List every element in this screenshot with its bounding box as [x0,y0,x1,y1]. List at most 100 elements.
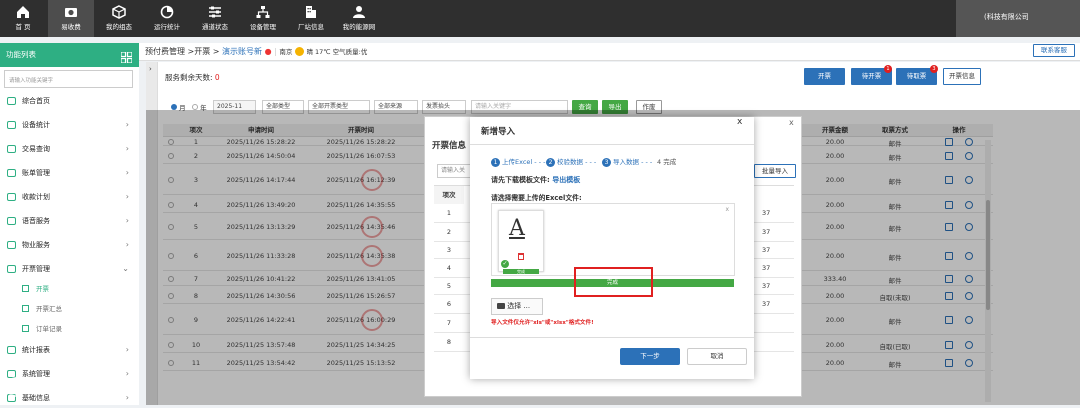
sidebar-item-label: 综合首页 [22,97,50,105]
choose-file-label: 选择 ... [507,302,531,310]
subitem-icon [22,285,29,292]
breadcrumb-city: 南京 [279,48,293,56]
download-label: 请先下载模板文件: [491,176,553,184]
file-preview-card: A ✓ 完成 [498,210,544,274]
dialog1-row-tail: 37 [762,300,771,308]
close-icon[interactable]: x [737,117,742,127]
user-icon [353,6,365,18]
topnav-item-3[interactable]: 运行统计 [144,0,190,37]
breadcrumb-weather: 晴 17℃ 空气质量:优 [306,48,368,56]
sidebar-item[interactable]: 物业服务 › [0,235,139,255]
sidebar-item[interactable]: 交易查询 › [0,139,139,159]
subitem-icon [22,325,29,332]
chevron-icon: › [125,345,129,354]
sidebar-item[interactable]: 语音服务 › [0,211,139,231]
topnav-item-5[interactable]: 设备管理 [240,0,286,37]
dialog1-row-no: 8 [446,338,452,346]
sidebar-subitem[interactable]: 开票 [0,279,139,299]
chevron-icon: › [125,216,129,225]
topnav-label: 设备管理 [250,23,276,31]
menu-icon [7,265,16,273]
sun-icon [294,47,304,56]
divider [470,144,754,145]
delete-icon[interactable] [518,253,524,260]
dialog1-row-tail: 37 [762,228,771,236]
footer-divider [470,337,754,338]
menu-icon [7,121,16,129]
building-icon [306,6,316,18]
sidebar-item[interactable]: 综合首页 [0,91,139,111]
batch-import-button[interactable]: 批量导入 [754,164,796,178]
sidebar-header-label: 功能列表 [6,50,36,59]
sidebar-subitem-label: 开票 [36,285,49,293]
sidebar-item[interactable]: 收款计划 › [0,187,139,207]
dialog1-row-no: 3 [446,246,452,254]
dialog1-row-tail: 37 [762,282,771,290]
sidebar-subitem[interactable]: 订单记录 [0,319,139,339]
upload-label: 请选择需要上传的Excel文件: [491,194,582,202]
sidebar-subitem[interactable]: 开票汇总 [0,299,139,319]
topnav-item-6[interactable]: 厂站信息 [288,0,334,37]
topnav-label: 易收费 [61,23,81,31]
download-template-link[interactable]: 导出模板 [552,176,580,184]
menu-icon [7,145,16,153]
import-dialog-title: 新增导入 [481,127,516,137]
service-days-label: 服务剩余天数: [165,73,215,82]
topnav-item-1[interactable]: 易收费 [48,0,94,37]
topnav-item-0[interactable]: 首 页 [0,0,46,37]
font-file-icon: A [509,216,525,241]
topnav-label: 我的能源网 [342,23,376,31]
dialog1-row-tail: 37 [762,246,771,254]
dialog1-close-icon[interactable]: x [789,118,794,127]
contact-support-button[interactable]: 联系客服 [1033,44,1075,57]
chevron-icon: › [125,393,129,402]
chevron-icon: › [125,168,129,177]
sidebar-item-label: 开票管理 [22,265,50,273]
network-icon [256,6,270,18]
sidebar-item[interactable]: 设备统计 › [0,115,139,135]
sidebar-item-label: 交易查询 [22,145,50,153]
dialog1-row-no: 1 [446,209,452,217]
issue-invoice-button[interactable]: 开票 [804,68,845,85]
sidebar-item-label: 账单管理 [22,169,50,177]
sidebar-subitem-label: 订单记录 [36,325,62,333]
invoice-info-button[interactable]: 开票信息 [943,68,981,85]
sidebar-item-label: 语音服务 [22,217,50,225]
breadcrumb-account[interactable]: 演示账号新 [222,47,262,56]
sidebar-item[interactable]: 统计报表 › [0,340,139,360]
upload-dropzone[interactable]: x A ✓ 完成 [491,203,735,276]
step-2-number: 2 [546,158,555,167]
camera-icon [497,303,505,309]
topnav-item-2[interactable]: 我的组态 [96,0,142,37]
service-days-value: 0 [214,73,220,82]
menu-icon [7,346,16,354]
watermark-icon [6,376,26,397]
next-step-button[interactable]: 下一步 [620,348,680,365]
chevron-icon: ⌄ [122,264,129,273]
topnav-label: 我的组态 [106,23,132,31]
cancel-button[interactable]: 取消 [687,348,747,365]
highlight-box [574,267,653,297]
sidebar-item[interactable]: 账单管理 › [0,163,139,183]
grid-icon[interactable] [120,49,133,64]
step-3: 3 导入数据 - - - [602,156,652,167]
choose-file-button[interactable]: 选择 ... [491,298,543,315]
step-indicator: 1 上传Excel - - - 2 校验数据 - - - 3 导入数据 - - - 4… [491,156,741,167]
breadcrumb: 预付费管理 >开票 > 演示账号新 ● | 南京 晴 17℃ 空气质量:优 [139,43,1080,61]
topnav-item-4[interactable]: 通道状态 [192,0,238,37]
chevron-icon: › [125,192,129,201]
sidebar-search-input[interactable]: 请输入功能关键字 [4,70,133,88]
sidebar-item[interactable]: 开票管理 ⌄ [0,259,139,279]
topnav-label: 厂站信息 [298,23,324,31]
location-pin-icon: ● [264,47,272,56]
dialog1-col-no: 项次 [434,186,464,204]
pie-icon [160,5,174,19]
step-2: 2 校验数据 - - - [546,156,596,167]
menu-icon [7,217,16,225]
sidebar-item-label: 设备统计 [22,121,50,129]
topnav-item-7[interactable]: 我的能源网 [336,0,382,37]
remove-all-icon[interactable]: x [725,206,729,213]
sidebar-header: 功能列表 [0,43,139,67]
company-name[interactable]: (科技有限公司 [956,0,1080,37]
chevron-icon: › [125,240,129,249]
